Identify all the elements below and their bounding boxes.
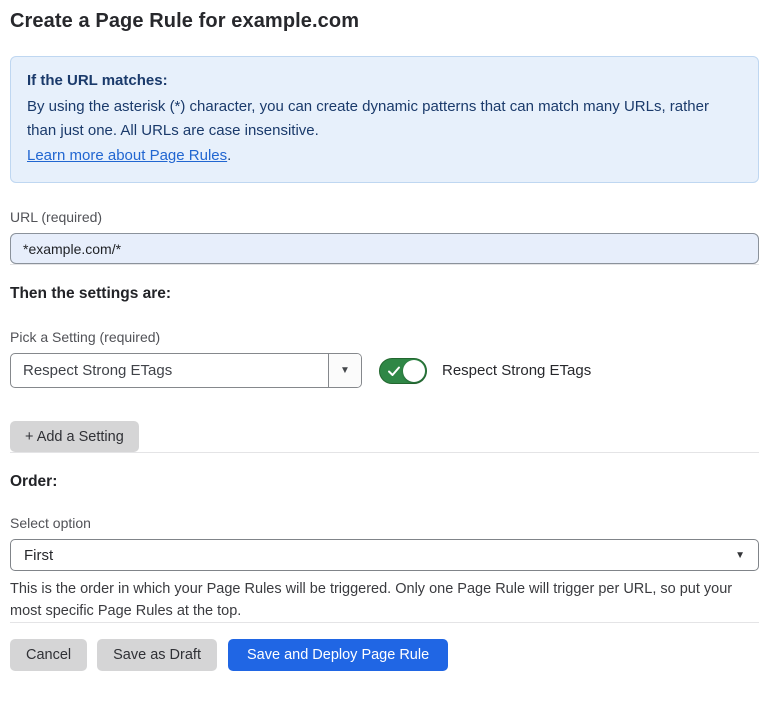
order-section-heading: Order: <box>10 473 759 491</box>
setting-dropdown[interactable]: Respect Strong ETags ▼ <box>10 353 362 388</box>
save-deploy-button[interactable]: Save and Deploy Page Rule <box>228 639 448 671</box>
info-box-link-line: Learn more about Page Rules. <box>27 144 742 169</box>
toggle-label: Respect Strong ETags <box>442 362 591 379</box>
order-select-value: First <box>24 547 53 564</box>
order-help-text: This is the order in which your Page Rul… <box>10 578 755 622</box>
url-section: URL (required) <box>10 209 759 264</box>
create-page-rule-form: Create a Page Rule for example.com If th… <box>0 0 769 671</box>
divider <box>10 452 759 453</box>
settings-section-heading: Then the settings are: <box>10 285 759 303</box>
info-box-body: By using the asterisk (*) character, you… <box>27 95 742 144</box>
toggle-knob <box>403 360 425 382</box>
page-title: Create a Page Rule for example.com <box>10 10 759 33</box>
cancel-button[interactable]: Cancel <box>10 639 87 671</box>
pick-setting-label: Pick a Setting (required) <box>10 329 759 345</box>
url-label: URL (required) <box>10 209 759 225</box>
url-input[interactable] <box>10 233 759 264</box>
link-period: . <box>227 147 231 164</box>
info-box-heading: If the URL matches: <box>27 69 742 94</box>
order-select[interactable]: First ▼ <box>10 539 759 571</box>
setting-dropdown-value: Respect Strong ETags <box>11 354 328 387</box>
save-draft-button[interactable]: Save as Draft <box>97 639 217 671</box>
add-setting-button[interactable]: + Add a Setting <box>10 421 139 452</box>
setting-toggle[interactable] <box>379 358 427 384</box>
form-footer: Cancel Save as Draft Save and Deploy Pag… <box>10 639 759 671</box>
setting-row: Respect Strong ETags ▼ Respect Strong ET… <box>10 353 759 388</box>
url-match-info-box: If the URL matches: By using the asteris… <box>10 56 759 183</box>
learn-more-link[interactable]: Learn more about Page Rules <box>27 147 227 164</box>
divider <box>10 622 759 623</box>
chevron-down-icon[interactable]: ▼ <box>328 354 361 387</box>
select-option-label: Select option <box>10 515 759 531</box>
check-icon <box>387 364 401 378</box>
chevron-down-icon: ▼ <box>735 550 745 561</box>
divider <box>10 264 759 265</box>
